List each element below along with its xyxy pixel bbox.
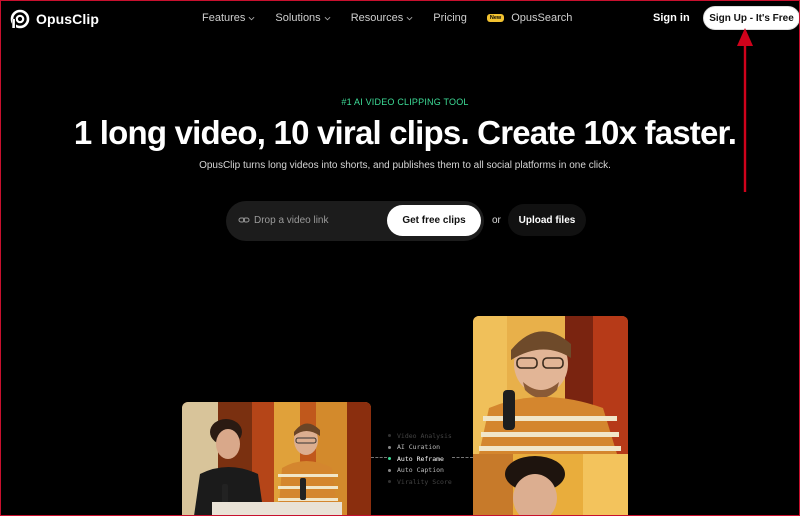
source-video-preview <box>182 402 371 516</box>
chevron-down-icon <box>248 16 255 20</box>
feature-item: Video Analysis <box>388 430 452 442</box>
two-hosts-image <box>182 402 371 516</box>
feature-item-active: Auto Reframe <box>388 453 452 465</box>
clip-preview-vertical <box>473 316 628 454</box>
top-navigation: OpusClip Features Solutions Resources Pr… <box>0 0 800 38</box>
link-icon <box>238 217 250 223</box>
nav-item-label: Resources <box>350 12 404 24</box>
feature-dot <box>388 468 391 472</box>
nav-item-resources[interactable]: Resources <box>351 12 414 24</box>
sign-up-button[interactable]: Sign Up - It's Free <box>703 6 800 30</box>
feature-dot <box>388 445 391 449</box>
feature-dot <box>388 457 391 461</box>
feature-item: Virality Score <box>388 476 452 488</box>
nav-item-opussearch[interactable]: New OpusSearch <box>486 12 573 24</box>
pipeline-connector-right <box>452 457 473 458</box>
guest-closeup-image <box>473 454 628 516</box>
nav-item-label: Solutions <box>275 12 321 24</box>
opusclip-logo-icon <box>10 9 30 29</box>
feature-dot <box>388 480 391 484</box>
pipeline-connector-left <box>371 457 387 458</box>
get-free-clips-button[interactable]: Get free clips <box>387 205 481 236</box>
feature-label: Auto Caption <box>397 466 444 475</box>
video-link-input[interactable] <box>254 210 384 230</box>
upload-files-button[interactable]: Upload files <box>508 204 586 236</box>
feature-label: Video Analysis <box>397 431 452 440</box>
new-badge: New <box>486 14 505 22</box>
nav-item-pricing[interactable]: Pricing <box>433 12 467 24</box>
chevron-down-icon <box>324 16 331 20</box>
feature-dot <box>388 434 391 438</box>
host-closeup-image <box>473 316 628 454</box>
nav-item-label: Features <box>202 12 246 24</box>
clip-preview-second <box>473 454 628 516</box>
nav-item-features[interactable]: Features <box>202 12 255 24</box>
brand-logo[interactable]: OpusClip <box>10 9 99 29</box>
feature-label: Virality Score <box>397 477 452 486</box>
nav-item-solutions[interactable]: Solutions <box>275 12 331 24</box>
feature-label: AI Curation <box>397 443 441 452</box>
or-separator: or <box>492 215 501 226</box>
nav-item-label: Pricing <box>433 12 467 24</box>
nav-item-label: OpusSearch <box>511 12 573 24</box>
sign-in-link[interactable]: Sign in <box>653 12 690 24</box>
hero-headline: 1 long video, 10 viral clips. Create 10x… <box>73 114 737 151</box>
nav-menu: Features Solutions Resources Pricing New… <box>202 12 592 24</box>
feature-label: Auto Reframe <box>397 454 444 463</box>
hero-subline: OpusClip turns long videos into shorts, … <box>199 160 611 171</box>
feature-item: Auto Caption <box>388 465 452 477</box>
feature-item: AI Curation <box>388 442 452 454</box>
hero-eyebrow: #1 AI VIDEO CLIPPING TOOL <box>341 97 469 107</box>
ai-feature-list: Video Analysis AI Curation Auto Reframe … <box>388 430 452 488</box>
chevron-down-icon <box>406 16 413 20</box>
brand-name: OpusClip <box>36 11 100 27</box>
